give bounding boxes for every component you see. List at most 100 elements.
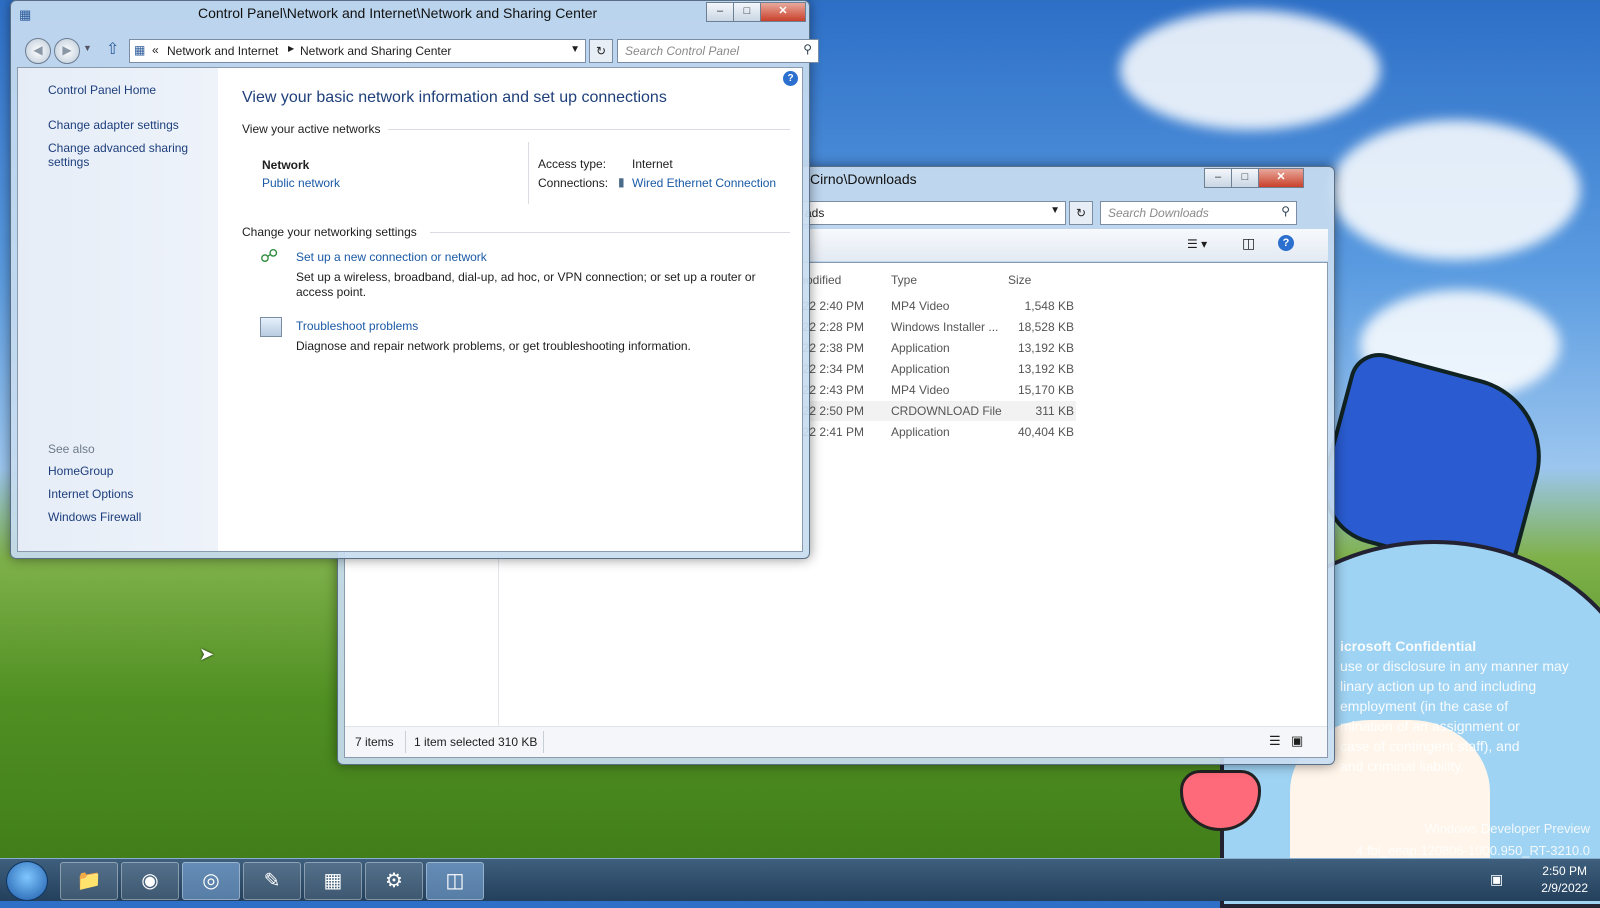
- chrome-taskbar-icon[interactable]: ◎: [182, 862, 240, 900]
- breadcrumb-network-and-internet[interactable]: Network and Internet: [167, 44, 278, 58]
- explorer-taskbar-icon[interactable]: 📁: [60, 862, 118, 900]
- troubleshoot-link[interactable]: Troubleshoot problems: [296, 319, 418, 333]
- media-taskbar-icon[interactable]: ▦: [304, 862, 362, 900]
- status-selected: 1 item selected: [414, 735, 495, 749]
- minimize-button[interactable]: –: [1204, 168, 1232, 188]
- maximize-button[interactable]: □: [733, 2, 761, 22]
- file-type: Application: [891, 425, 950, 439]
- setup-connection-link[interactable]: Set up a new connection or network: [296, 250, 487, 264]
- column-header-type[interactable]: Type: [891, 273, 917, 287]
- network-divider: [528, 142, 529, 204]
- troubleshoot-icon: [260, 317, 282, 337]
- recent-pages-chevron-icon[interactable]: ▼: [83, 43, 92, 53]
- file-size: 311 KB: [1035, 404, 1074, 418]
- status-divider: [543, 731, 544, 753]
- breadcrumb-overflow[interactable]: «: [152, 43, 159, 57]
- refresh-icon[interactable]: ↻: [589, 39, 613, 63]
- nav-windows-firewall[interactable]: Windows Firewall: [48, 510, 141, 524]
- confidential-watermark: icrosoft Confidential use or disclosure …: [1340, 636, 1590, 776]
- search-input[interactable]: Search Downloads ⚲: [1100, 201, 1297, 225]
- content-area: Control Panel Home Change adapter settin…: [17, 67, 803, 552]
- search-icon[interactable]: ⚲: [1281, 204, 1290, 218]
- connection-link[interactable]: Wired Ethernet Connection: [632, 176, 776, 190]
- access-type-label: Access type:: [538, 157, 607, 171]
- connections-label: Connections:: [538, 176, 609, 190]
- ethernet-icon: ▮: [618, 175, 625, 189]
- breadcrumb-network-sharing-center[interactable]: Network and Sharing Center: [300, 44, 451, 58]
- file-row[interactable]: 022 2:38 PM Application 13,192 KB: [796, 338, 1076, 358]
- watermark-title: icrosoft Confidential: [1340, 638, 1477, 654]
- control-panel-taskbar-icon[interactable]: ◫: [426, 862, 484, 900]
- details-view-icon[interactable]: ☰: [1269, 733, 1281, 749]
- close-button[interactable]: ✕: [760, 2, 806, 22]
- search-placeholder: Search Downloads: [1108, 206, 1209, 220]
- file-row[interactable]: 022 2:34 PM Application 13,192 KB: [796, 359, 1076, 379]
- network-sharing-center-window[interactable]: ▦ Control Panel\Network and Internet\Net…: [10, 0, 819, 559]
- breadcrumb-separator-icon[interactable]: ▶: [288, 44, 294, 53]
- file-row[interactable]: 022 2:41 PM Application 40,404 KB: [796, 422, 1076, 442]
- notepad-taskbar-icon[interactable]: ✎: [243, 862, 301, 900]
- large-icons-view-icon[interactable]: ▣: [1291, 733, 1303, 749]
- mouse-cursor-icon: ➤: [199, 644, 215, 664]
- up-arrow-icon[interactable]: ⇧: [106, 39, 119, 59]
- file-type: Windows Installer ...: [891, 320, 999, 334]
- file-row[interactable]: 022 2:43 PM MP4 Video 15,170 KB: [796, 380, 1076, 400]
- watermark-line: employment (in the case of: [1340, 698, 1509, 714]
- preview-pane-icon[interactable]: ◫: [1242, 235, 1255, 252]
- forward-button[interactable]: ▶: [54, 38, 80, 64]
- section-active-networks: View your active networks: [242, 122, 381, 136]
- close-button[interactable]: ✕: [1258, 168, 1304, 188]
- search-icon[interactable]: ⚲: [803, 42, 812, 56]
- address-bar[interactable]: ads ▼: [798, 201, 1066, 225]
- network-name: Network: [262, 158, 310, 172]
- new-connection-icon: ☍: [260, 246, 279, 266]
- firefox-taskbar-icon[interactable]: ◉: [121, 862, 179, 900]
- chevron-down-icon[interactable]: ▼: [570, 44, 580, 55]
- refresh-icon[interactable]: ↻: [1069, 201, 1093, 225]
- network-type-link[interactable]: Public network: [262, 176, 340, 190]
- taskbar-clock[interactable]: 2:50 PM 2/9/2022: [1541, 863, 1588, 897]
- cloud: [1330, 120, 1580, 260]
- address-bar[interactable]: ▦ « Network and Internet ▶ Network and S…: [129, 39, 586, 63]
- taskbar: 📁 ◉ ◎ ✎ ▦ ⚙ ◫ ▣ 2:50 PM 2/9/2022: [0, 858, 1600, 901]
- troubleshoot-description: Diagnose and repair network problems, or…: [296, 339, 691, 353]
- window-title: Cirno\Downloads: [810, 171, 917, 187]
- left-navigation-pane: Control Panel Home Change adapter settin…: [18, 68, 218, 551]
- watermark-line: case of contingent staff), and: [1340, 738, 1520, 754]
- nav-change-advanced-sharing[interactable]: Change advanced sharing settings: [48, 141, 198, 169]
- settings-taskbar-icon[interactable]: ⚙: [365, 862, 423, 900]
- nav-control-panel-home[interactable]: Control Panel Home: [48, 83, 156, 97]
- file-size: 40,404 KB: [1017, 425, 1074, 439]
- section-divider: [430, 232, 790, 233]
- file-row[interactable]: 022 2:28 PM Windows Installer ... 18,528…: [796, 317, 1076, 337]
- minimize-button[interactable]: –: [706, 2, 734, 22]
- file-size: 1,548 KB: [1024, 299, 1074, 313]
- view-options-icon[interactable]: ☰ ▾: [1187, 237, 1207, 251]
- search-input[interactable]: Search Control Panel ⚲: [617, 39, 819, 63]
- watermark-line: use or disclosure in any manner may: [1340, 658, 1569, 674]
- column-header-size[interactable]: Size: [1008, 273, 1031, 287]
- maximize-button[interactable]: □: [1231, 168, 1259, 188]
- status-divider: [405, 731, 406, 753]
- status-item-count: 7 items: [355, 735, 394, 749]
- start-button[interactable]: [6, 861, 48, 901]
- file-type: Application: [891, 341, 950, 355]
- setup-connection-description: Set up a wireless, broadband, dial-up, a…: [296, 270, 756, 299]
- help-icon[interactable]: ?: [1278, 235, 1294, 251]
- watermark-line: linary action up to and including: [1340, 678, 1537, 694]
- see-also-heading: See also: [48, 442, 95, 456]
- chevron-down-icon[interactable]: ▼: [1050, 205, 1060, 216]
- nav-homegroup[interactable]: HomeGroup: [48, 464, 113, 478]
- watermark-line: mination of an assignment or: [1340, 718, 1520, 734]
- back-button[interactable]: ◀: [25, 38, 51, 64]
- nav-internet-options[interactable]: Internet Options: [48, 487, 133, 501]
- watermark-line: and criminal liability.: [1340, 758, 1465, 774]
- file-row[interactable]: 022 2:40 PM MP4 Video 1,548 KB: [796, 296, 1076, 316]
- section-divider: [388, 129, 790, 130]
- network-tray-icon[interactable]: ▣: [1490, 871, 1503, 888]
- clock-date: 2/9/2022: [1541, 881, 1588, 895]
- file-row-selected[interactable]: 022 2:50 PM CRDOWNLOAD File 311 KB: [796, 401, 1076, 421]
- nav-change-adapter-settings[interactable]: Change adapter settings: [48, 118, 179, 132]
- cloud: [1120, 10, 1380, 130]
- help-icon[interactable]: ?: [783, 71, 798, 86]
